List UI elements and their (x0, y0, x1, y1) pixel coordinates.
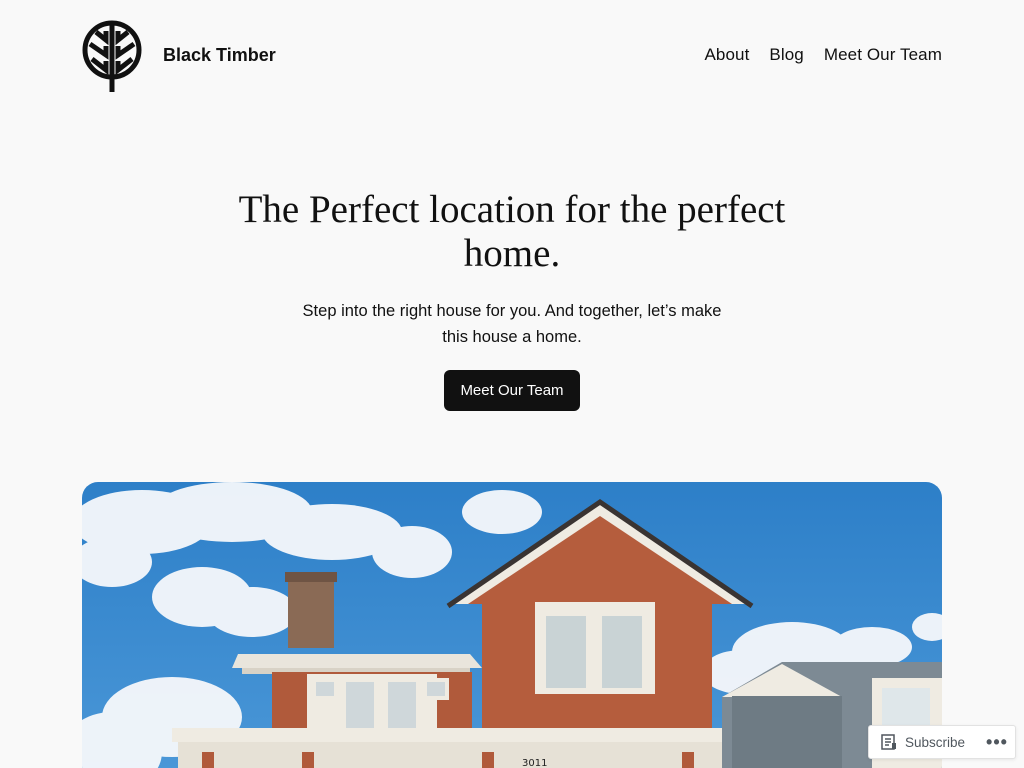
hero-heading: The Perfect location for the perfect hom… (238, 188, 786, 275)
nav-item-about[interactable]: About (704, 45, 749, 65)
nav-item-meet-our-team[interactable]: Meet Our Team (824, 45, 942, 65)
house-number: 3011 (522, 758, 547, 768)
tree-leaf-logo-icon (82, 20, 142, 92)
subscribe-button[interactable]: Subscribe (869, 726, 965, 758)
featured-house-image: 3011 (82, 482, 942, 768)
subscribe-label: Subscribe (905, 734, 966, 750)
site-logo-link[interactable] (82, 20, 142, 92)
reader-icon (881, 734, 896, 750)
site-branding: Black Timber (82, 20, 276, 92)
meet-our-team-button[interactable]: Meet Our Team (444, 370, 580, 411)
primary-navigation: About Blog Meet Our Team (684, 45, 942, 65)
subscribe-bar: Subscribe ••• (868, 725, 1016, 759)
nav-item-blog[interactable]: Blog (769, 45, 803, 65)
site-header: Black Timber About Blog Meet Our Team (82, 20, 942, 92)
hero-subtext: Step into the right house for you. And t… (302, 302, 722, 346)
hero-section: The Perfect location for the perfect hom… (0, 188, 1024, 411)
house-photo: 3011 (82, 482, 942, 768)
ellipsis-icon[interactable]: ••• (979, 726, 1015, 758)
site-title[interactable]: Black Timber (163, 45, 276, 66)
